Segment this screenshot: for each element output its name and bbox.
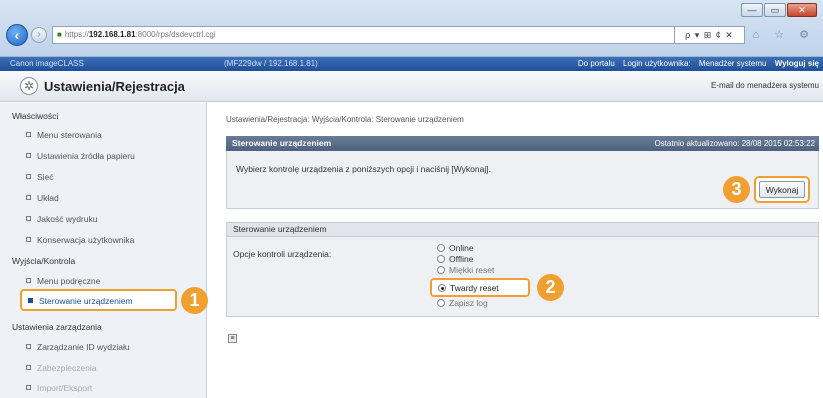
sidebar-item-label: Menu sterowania (37, 130, 102, 140)
sidebar (0, 103, 207, 398)
sidebar-item-label: Ustawienia źródła papieru (37, 151, 135, 161)
sidebar-group-output-control[interactable]: Wyjścia/Kontrola (12, 256, 75, 266)
sidebar-item-device-control[interactable]: Sterowanie urządzeniem (20, 289, 177, 311)
sidebar-item-label: Zarządzanie ID wydziału (37, 342, 130, 352)
sidebar-group-properties[interactable]: Właściwości (12, 111, 58, 121)
sidebar-item-quick-menu[interactable]: Menu podręczne (26, 276, 100, 286)
callout-badge-3: 3 (723, 176, 750, 203)
bullet-icon (26, 195, 31, 200)
bullet-icon (26, 174, 31, 179)
expand-toggle-icon[interactable]: ≡ (228, 334, 237, 343)
options-label: Opcje kontroli urządzenia: (233, 249, 332, 259)
url-path: :8000/rps/dsdevctrl.cgi (135, 30, 216, 39)
radio-label: Zapisz log (449, 298, 488, 308)
sidebar-item-control-menu[interactable]: Menu sterowania (26, 130, 102, 140)
sidebar-item-label: Sterowanie urządzeniem (39, 296, 133, 306)
settings-gear-icon: ✲ (20, 77, 38, 95)
page-header: ✲ Ustawienia/Rejestracja E-mail do menad… (0, 71, 823, 102)
sidebar-item-import-export[interactable]: Import/Eksport (26, 383, 92, 393)
breadcrumb: Ustawienia/Rejestracja: Wyjścia/Kontrola… (226, 115, 464, 124)
close-window-button[interactable]: ✕ (787, 3, 817, 17)
sidebar-item-security[interactable]: Zabezpieczenia (26, 363, 97, 373)
login-label: Login użytkownika: (623, 59, 691, 68)
restore-button[interactable]: ▭ (764, 3, 786, 17)
sidebar-item-label: Menu podręczne (37, 276, 101, 286)
radio-button[interactable] (437, 244, 445, 252)
bullet-icon (26, 385, 31, 390)
radio-button[interactable] (437, 255, 445, 263)
section-header: Sterowanie urządzeniem (226, 222, 819, 237)
sidebar-item-label: Zabezpieczenia (37, 363, 97, 373)
sidebar-item-network[interactable]: Sieć (26, 172, 54, 182)
execute-button[interactable]: Wykonaj (759, 181, 805, 198)
browser-chrome: — ▭ ✕ ‹ › ■ https://192.168.1.81:8000/rps… (0, 0, 823, 57)
radio-offline[interactable]: Offline (437, 255, 473, 264)
bullet-icon (26, 216, 31, 221)
radio-label: Online (449, 243, 474, 253)
url-prefix: https:// (64, 30, 89, 39)
last-updated: Ostatnio aktualizowano: 28/08 2015 02:53… (654, 139, 815, 148)
radio-save-log[interactable]: Zapisz log (437, 299, 488, 308)
sidebar-item-label: Jakość wydruku (37, 214, 98, 224)
email-admin-link[interactable]: E-mail do menadżera systemu (711, 81, 819, 90)
device-name: Canon imageCLASS (10, 59, 84, 68)
sidebar-item-label: Układ (37, 193, 59, 203)
radio-hard-reset[interactable]: Twardy reset (430, 278, 530, 297)
bullet-icon (26, 237, 31, 242)
device-topbar: Canon imageCLASS (MF229dw / 192.168.1.81… (0, 57, 823, 71)
device-address: (MF229dw / 192.168.1.81) (224, 59, 318, 68)
user-name: Menadżer systemu (698, 59, 767, 68)
sidebar-item-label: Import/Eksport (37, 383, 93, 393)
radio-soft-reset[interactable]: Miękki reset (437, 266, 494, 275)
home-star-gear-icons[interactable]: ⌂ ☆ ⚙ (753, 28, 815, 41)
window-controls: — ▭ ✕ (741, 3, 817, 17)
address-bar[interactable]: ■ https://192.168.1.81:8000/rps/dsdevctrl… (52, 26, 675, 44)
site-icon: ■ (57, 30, 62, 39)
instruction-text: Wybierz kontrolę urządzenia z poniższych… (236, 164, 491, 174)
logout-link[interactable]: Wyloguj się (775, 59, 819, 68)
sidebar-item-print-quality[interactable]: Jakość wydruku (26, 214, 97, 224)
bullet-icon (26, 153, 31, 158)
bullet-icon (26, 132, 31, 137)
bullet-icon (26, 278, 31, 283)
sidebar-item-label: Sieć (37, 172, 54, 182)
page-title: Ustawienia/Rejestracja (44, 79, 185, 94)
panel-header: Sterowanie urządzeniem Ostatnio aktualiz… (226, 136, 819, 151)
bullet-icon (28, 298, 33, 303)
radio-label: Miękki reset (449, 265, 495, 275)
radio-button[interactable] (437, 299, 445, 307)
sidebar-item-department-id[interactable]: Zarządzanie ID wydziału (26, 342, 130, 352)
bullet-icon (26, 365, 31, 370)
radio-label: Offline (449, 254, 474, 264)
portal-link[interactable]: Do portalu (578, 59, 615, 68)
radio-label: Twardy reset (450, 283, 499, 293)
bullet-icon (26, 344, 31, 349)
callout-badge-1: 1 (181, 287, 208, 314)
radio-online[interactable]: Online (437, 244, 474, 253)
radio-button[interactable] (437, 266, 445, 274)
sidebar-group-management[interactable]: Ustawienia zarządzania (12, 322, 102, 332)
execute-button-highlight: Wykonaj (754, 176, 810, 203)
back-arrow-icon[interactable]: ‹ (6, 24, 28, 46)
url-host: 192.168.1.81 (88, 30, 136, 39)
panel-title: Sterowanie urządzeniem (232, 138, 332, 148)
callout-badge-2: 2 (537, 274, 564, 301)
sidebar-item-label: Konserwacja użytkownika (37, 235, 135, 245)
minimize-button[interactable]: — (741, 3, 763, 17)
forward-arrow-icon[interactable]: › (31, 27, 47, 43)
address-tools[interactable]: ρ ▾ ⊞ ¢ ✕ (675, 26, 745, 44)
radio-button-checked[interactable] (438, 284, 446, 292)
sidebar-item-layout[interactable]: Układ (26, 193, 59, 203)
sidebar-item-paper-source[interactable]: Ustawienia źródła papieru (26, 151, 135, 161)
sidebar-item-user-maintenance[interactable]: Konserwacja użytkownika (26, 235, 134, 245)
